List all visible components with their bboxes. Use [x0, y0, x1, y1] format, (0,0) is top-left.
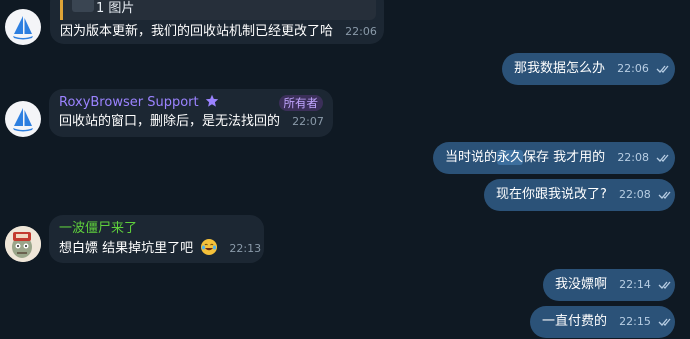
message-bubble-7[interactable]: 我没嫖啊 22:14 — [543, 269, 675, 301]
message-bubble-3[interactable]: RoxyBrowser Support 所有者 回收站的窗口，删除后，是无法找回… — [49, 89, 333, 137]
roxy-avatar[interactable] — [5, 101, 41, 137]
zombie-user-avatar[interactable] — [5, 226, 41, 262]
read-checkmarks-icon — [658, 318, 671, 326]
message-time: 22:07 — [292, 115, 324, 128]
message-bubble-4[interactable]: 当时说的永久保存 我才用的 22:08 — [433, 142, 675, 174]
message-bubble-8[interactable]: 一直付费的 22:15 — [530, 306, 675, 338]
message-text: 回收站的窗口，删除后，是无法找回的 — [59, 114, 281, 129]
message-text: 因为版本更新，我们的回收站机制已经更改了哈 — [60, 24, 334, 39]
message-text: 一直付费的 — [542, 314, 608, 329]
read-checkmarks-icon — [656, 65, 669, 73]
message-bubble-6[interactable]: 一波僵尸来了 想白嫖 结果掉坑里了吧 22:13 — [49, 215, 264, 263]
message-text: 现在你跟我说改了? — [496, 187, 607, 202]
sailboat-logo-icon — [13, 16, 33, 40]
message-text-part: 当时说的 — [445, 150, 498, 165]
roxy-avatar[interactable] — [5, 9, 41, 45]
message-text: 想白嫖 结果掉坑里了吧 — [59, 241, 194, 256]
message-time: 22:06 — [617, 62, 649, 75]
message-bubble-2[interactable]: 那我数据怎么办 22:06 — [502, 53, 675, 85]
message-bubble-1[interactable]: 1 图片 因为版本更新，我们的回收站机制已经更改了哈 22:06 — [50, 0, 384, 44]
laughing-tears-emoji-icon — [201, 239, 218, 255]
message-text: 我没嫖啊 — [555, 277, 608, 292]
quote-label: 1 图片 — [96, 1, 135, 16]
read-checkmarks-icon — [658, 281, 671, 289]
sender-name[interactable]: RoxyBrowser Support — [59, 95, 199, 110]
quoted-image-reply[interactable]: 1 图片 — [60, 0, 376, 20]
image-thumbnail-icon — [72, 0, 94, 12]
read-checkmarks-icon — [656, 154, 669, 162]
sailboat-logo-icon — [13, 108, 33, 132]
zombie-avatar-icon — [5, 226, 41, 262]
message-time: 22:08 — [617, 151, 650, 164]
read-checkmarks-icon — [658, 191, 671, 199]
highlighted-text: 永久 — [497, 150, 524, 165]
message-text: 那我数据怎么办 — [514, 61, 606, 76]
owner-badge: 所有者 — [278, 95, 323, 111]
star-icon — [205, 94, 218, 107]
message-text-part: 保存 我才用的 — [523, 150, 606, 165]
message-time: 22:06 — [345, 25, 377, 38]
sender-name[interactable]: 一波僵尸来了 — [59, 221, 137, 236]
message-time: 22:13 — [229, 242, 262, 255]
message-bubble-5[interactable]: 现在你跟我说改了? 22:08 — [484, 179, 675, 211]
message-time: 22:08 — [619, 188, 651, 201]
message-time: 22:15 — [619, 315, 651, 328]
message-time: 22:14 — [619, 278, 651, 291]
